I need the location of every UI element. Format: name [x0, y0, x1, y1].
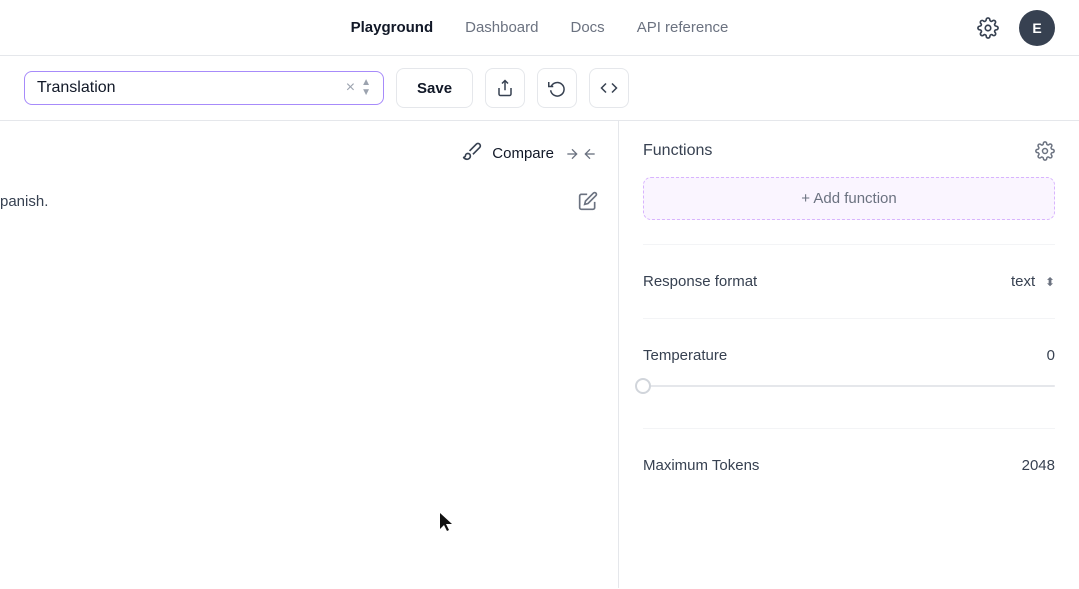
temperature-value: 0 [1047, 347, 1055, 364]
nav-api-reference[interactable]: API reference [637, 15, 729, 40]
save-button[interactable]: Save [396, 68, 473, 108]
nav-dashboard[interactable]: Dashboard [465, 15, 538, 40]
toolbar: × ▲ ▼ Save [0, 56, 1079, 121]
divider-1 [643, 244, 1055, 245]
share-icon [496, 79, 514, 97]
edit-button[interactable] [578, 191, 598, 216]
compare-bar: Compare [462, 141, 598, 166]
functions-title: Functions [643, 142, 712, 160]
functions-gear-icon [1035, 141, 1055, 161]
compare-label[interactable]: Compare [492, 145, 554, 162]
brush-icon [462, 141, 482, 166]
temperature-slider-container [643, 376, 1055, 396]
share-button[interactable] [485, 68, 525, 108]
divider-2 [643, 318, 1055, 319]
code-button[interactable] [589, 68, 629, 108]
history-button[interactable] [537, 68, 577, 108]
edit-icon [578, 191, 598, 211]
response-format-row: Response format text json ⬍ [643, 261, 1055, 302]
main-content: Compare panish. [0, 121, 1079, 588]
response-format-label: Response format [643, 273, 757, 290]
title-input[interactable] [37, 79, 338, 97]
nav-bar: Playground Dashboard Docs API reference … [0, 0, 1079, 56]
temperature-slider-row [643, 376, 1055, 412]
add-function-button[interactable]: + Add function [643, 177, 1055, 220]
partial-text: panish. [0, 193, 48, 210]
settings-button[interactable] [969, 9, 1007, 47]
temperature-row: Temperature 0 [643, 335, 1055, 376]
response-format-select-wrapper: text json ⬍ [1011, 273, 1055, 290]
nav-docs[interactable]: Docs [571, 15, 605, 40]
functions-settings-button[interactable] [1035, 141, 1055, 161]
maximum-tokens-value: 2048 [1022, 457, 1055, 474]
code-icon [600, 79, 618, 97]
gear-icon [977, 17, 999, 39]
temperature-slider-track [643, 385, 1055, 387]
nav-playground[interactable]: Playground [351, 15, 434, 40]
title-input-icons: × ▲ ▼ [346, 78, 371, 98]
temperature-label: Temperature [643, 347, 727, 364]
divider-3 [643, 428, 1055, 429]
response-format-select[interactable]: text json [1011, 273, 1055, 290]
history-icon [548, 79, 566, 97]
user-avatar-button[interactable]: E [1019, 10, 1055, 46]
temperature-slider-thumb[interactable] [635, 378, 651, 394]
compare-arrows-icon [564, 146, 598, 162]
maximum-tokens-row: Maximum Tokens 2048 [643, 445, 1055, 486]
maximum-tokens-label: Maximum Tokens [643, 457, 759, 474]
clear-icon[interactable]: × [346, 79, 355, 97]
cursor-indicator [440, 513, 456, 538]
right-panel: Functions + Add function Response format… [619, 121, 1079, 588]
left-panel: Compare panish. [0, 121, 619, 588]
nav-right-actions: E [969, 9, 1055, 47]
title-input-wrapper: × ▲ ▼ [24, 71, 384, 105]
chevron-updown-icon[interactable]: ▲ ▼ [361, 78, 371, 98]
functions-section-header: Functions [643, 141, 1055, 161]
